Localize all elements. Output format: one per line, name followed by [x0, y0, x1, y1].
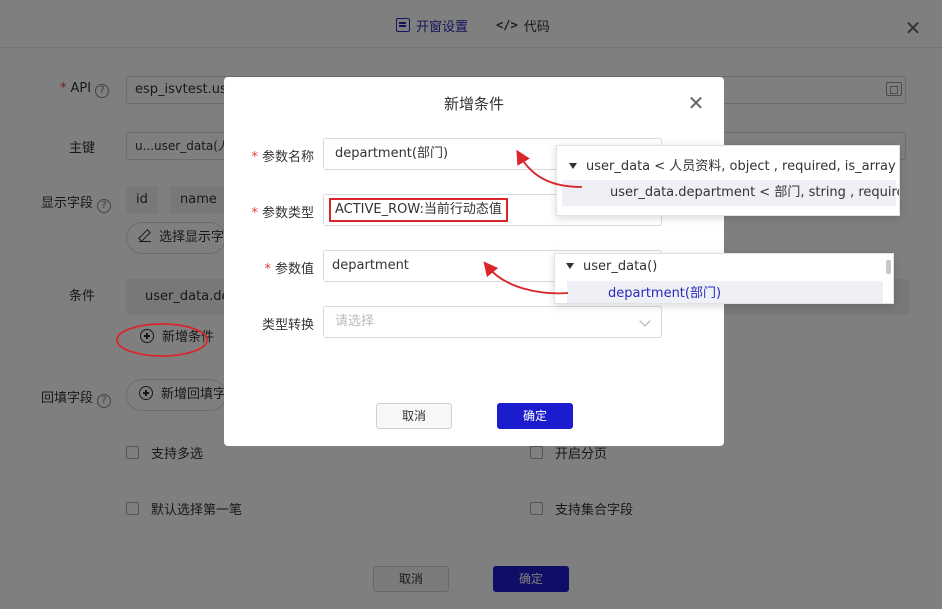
close-icon[interactable]: ✕	[686, 93, 706, 113]
tree-node-child[interactable]: department(部门)	[567, 281, 883, 303]
tree-node-root[interactable]: user_data < 人员资料, object , required, is_…	[557, 154, 899, 180]
required-mark: *	[264, 262, 271, 277]
tree-node-child[interactable]: user_data.department < 部门, string , requ…	[562, 180, 899, 206]
type-convert-label: 类型转换	[261, 318, 314, 333]
type-convert-placeholder: 请选择	[335, 314, 375, 329]
modal-title: 新增条件	[443, 95, 504, 113]
caret-down-icon[interactable]	[569, 163, 577, 169]
param-type-value: ACTIVE_ROW:当前行动态值	[329, 198, 508, 222]
chevron-down-icon	[639, 315, 651, 327]
caret-down-icon[interactable]	[566, 263, 574, 269]
cancel-button[interactable]: 取消	[376, 403, 452, 429]
type-convert-select[interactable]: 请选择	[323, 306, 662, 338]
param-value-label: * 参数值	[264, 262, 314, 277]
tree-node-root[interactable]: user_data()	[555, 254, 885, 280]
required-mark: *	[251, 206, 258, 221]
required-mark: *	[251, 150, 258, 165]
param-name-dropdown: user_data < 人员资料, object , required, is_…	[556, 145, 900, 216]
param-value-dropdown: user_data() department(部门)	[554, 253, 894, 304]
param-name-label: * 参数名称	[251, 150, 314, 165]
param-type-label: * 参数类型	[251, 206, 314, 221]
ok-button[interactable]: 确定	[497, 403, 573, 429]
scrollbar[interactable]	[886, 260, 891, 274]
